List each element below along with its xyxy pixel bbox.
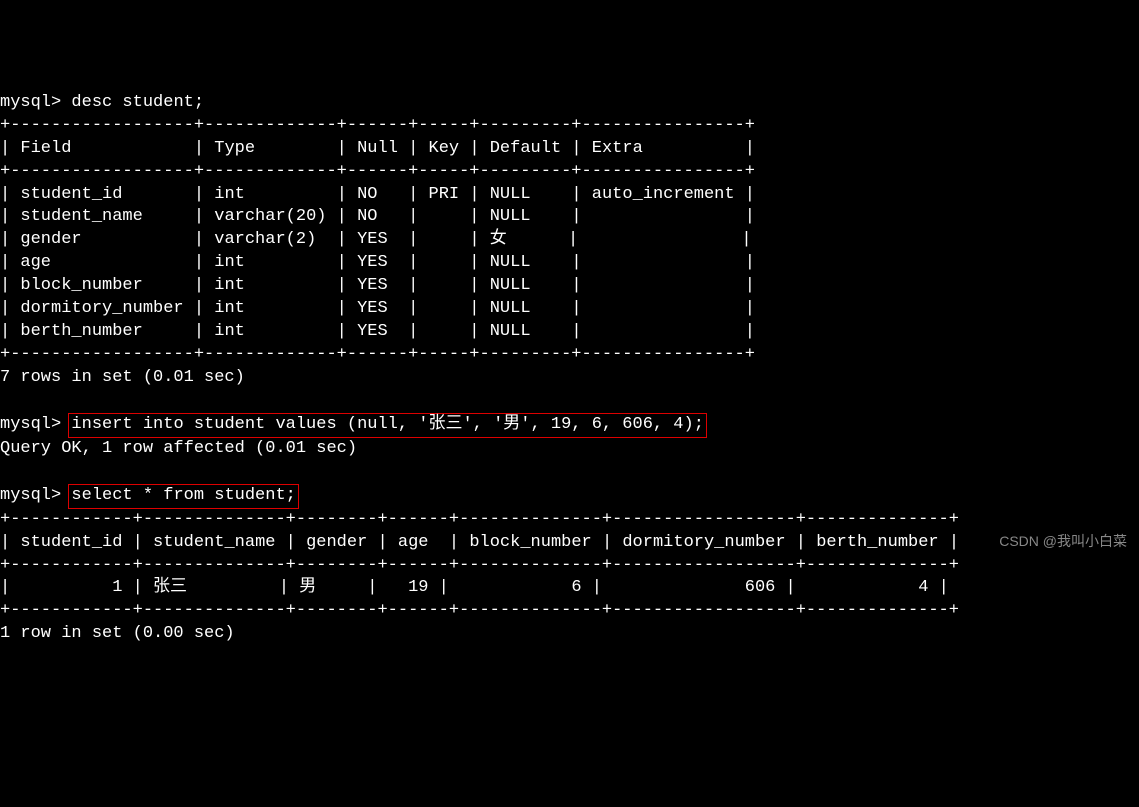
cell: 19 bbox=[408, 578, 428, 597]
cell: 606 bbox=[745, 578, 776, 597]
cell: 6 bbox=[571, 578, 581, 597]
cell: int bbox=[214, 322, 245, 341]
col-type: Type bbox=[214, 139, 255, 158]
cell: NO bbox=[357, 185, 377, 204]
cell: PRI bbox=[429, 185, 460, 204]
cell: int bbox=[214, 185, 245, 204]
result-footer: 7 rows in set (0.01 sec) bbox=[0, 368, 245, 387]
col-key: Key bbox=[429, 139, 460, 158]
cell: age bbox=[20, 253, 51, 272]
cell: varchar(2) bbox=[214, 230, 316, 249]
cell: varchar(20) bbox=[214, 207, 326, 226]
mysql-prompt: mysql> bbox=[0, 486, 61, 505]
cell: YES bbox=[357, 230, 388, 249]
cell: int bbox=[214, 253, 245, 272]
cell: 男 bbox=[299, 578, 316, 597]
cell: NO bbox=[357, 207, 377, 226]
table-row: | student_name | varchar(20) | NO | | NU… bbox=[0, 207, 755, 226]
col-default: Default bbox=[490, 139, 561, 158]
table-border: +------------+--------------+--------+--… bbox=[0, 510, 959, 529]
table-row: | student_id | int | NO | PRI | NULL | a… bbox=[0, 185, 755, 204]
table-border: +------------+--------------+--------+--… bbox=[0, 601, 959, 620]
cell: NULL bbox=[490, 322, 531, 341]
col-field: Field bbox=[20, 139, 71, 158]
table-border: +------------------+-------------+------… bbox=[0, 116, 755, 135]
cell: YES bbox=[357, 322, 388, 341]
command-select[interactable]: select * from student; bbox=[68, 484, 298, 509]
cell: NULL bbox=[490, 207, 531, 226]
cell: NULL bbox=[490, 185, 531, 204]
mysql-prompt: mysql> bbox=[0, 415, 61, 434]
cell: YES bbox=[357, 253, 388, 272]
col: block_number bbox=[469, 533, 591, 552]
col: berth_number bbox=[816, 533, 938, 552]
cell: student_id bbox=[20, 185, 122, 204]
command-desc[interactable]: desc student; bbox=[71, 93, 204, 112]
col-null: Null bbox=[357, 139, 398, 158]
watermark: CSDN @我叫小白菜 bbox=[999, 532, 1127, 551]
cell: NULL bbox=[490, 299, 531, 318]
cell: YES bbox=[357, 299, 388, 318]
table-row: | dormitory_number | int | YES | | NULL … bbox=[0, 299, 755, 318]
table-header-row: | Field | Type | Null | Key | Default | … bbox=[0, 139, 755, 158]
col: student_name bbox=[153, 533, 275, 552]
table-header-row: | student_id | student_name | gender | a… bbox=[0, 533, 959, 552]
cell: student_name bbox=[20, 207, 142, 226]
cell: auto_increment bbox=[592, 185, 735, 204]
cell: berth_number bbox=[20, 322, 142, 341]
table-row: | age | int | YES | | NULL | | bbox=[0, 253, 755, 272]
cell: int bbox=[214, 299, 245, 318]
cell: YES bbox=[357, 276, 388, 295]
cell: int bbox=[214, 276, 245, 295]
cell: 4 bbox=[918, 578, 928, 597]
mysql-prompt: mysql> bbox=[0, 93, 61, 112]
table-row: | 1 | 张三 | 男 | 19 | 6 | 606 | 4 | bbox=[0, 578, 949, 597]
cell: 女 bbox=[490, 230, 507, 249]
col-extra: Extra bbox=[592, 139, 643, 158]
col: age bbox=[398, 533, 429, 552]
cell: block_number bbox=[20, 276, 142, 295]
insert-result: Query OK, 1 row affected (0.01 sec) bbox=[0, 439, 357, 458]
table-row: | block_number | int | YES | | NULL | | bbox=[0, 276, 755, 295]
cell: 张三 bbox=[153, 578, 187, 597]
col: student_id bbox=[20, 533, 122, 552]
terminal-output: mysql> desc student; +------------------… bbox=[0, 92, 1139, 647]
cell: NULL bbox=[490, 253, 531, 272]
table-border: +------------------+-------------+------… bbox=[0, 345, 755, 364]
table-row: | berth_number | int | YES | | NULL | | bbox=[0, 322, 755, 341]
cell: 1 bbox=[112, 578, 122, 597]
table-border: +------------+--------------+--------+--… bbox=[0, 556, 959, 575]
table-border: +------------------+-------------+------… bbox=[0, 162, 755, 181]
cell: gender bbox=[20, 230, 81, 249]
result-footer: 1 row in set (0.00 sec) bbox=[0, 624, 235, 643]
table-row: | gender | varchar(2) | YES | | 女 | | bbox=[0, 230, 752, 249]
command-insert[interactable]: insert into student values (null, '张三', … bbox=[68, 413, 707, 438]
cell: NULL bbox=[490, 276, 531, 295]
col: dormitory_number bbox=[622, 533, 785, 552]
cell: dormitory_number bbox=[20, 299, 183, 318]
col: gender bbox=[306, 533, 367, 552]
